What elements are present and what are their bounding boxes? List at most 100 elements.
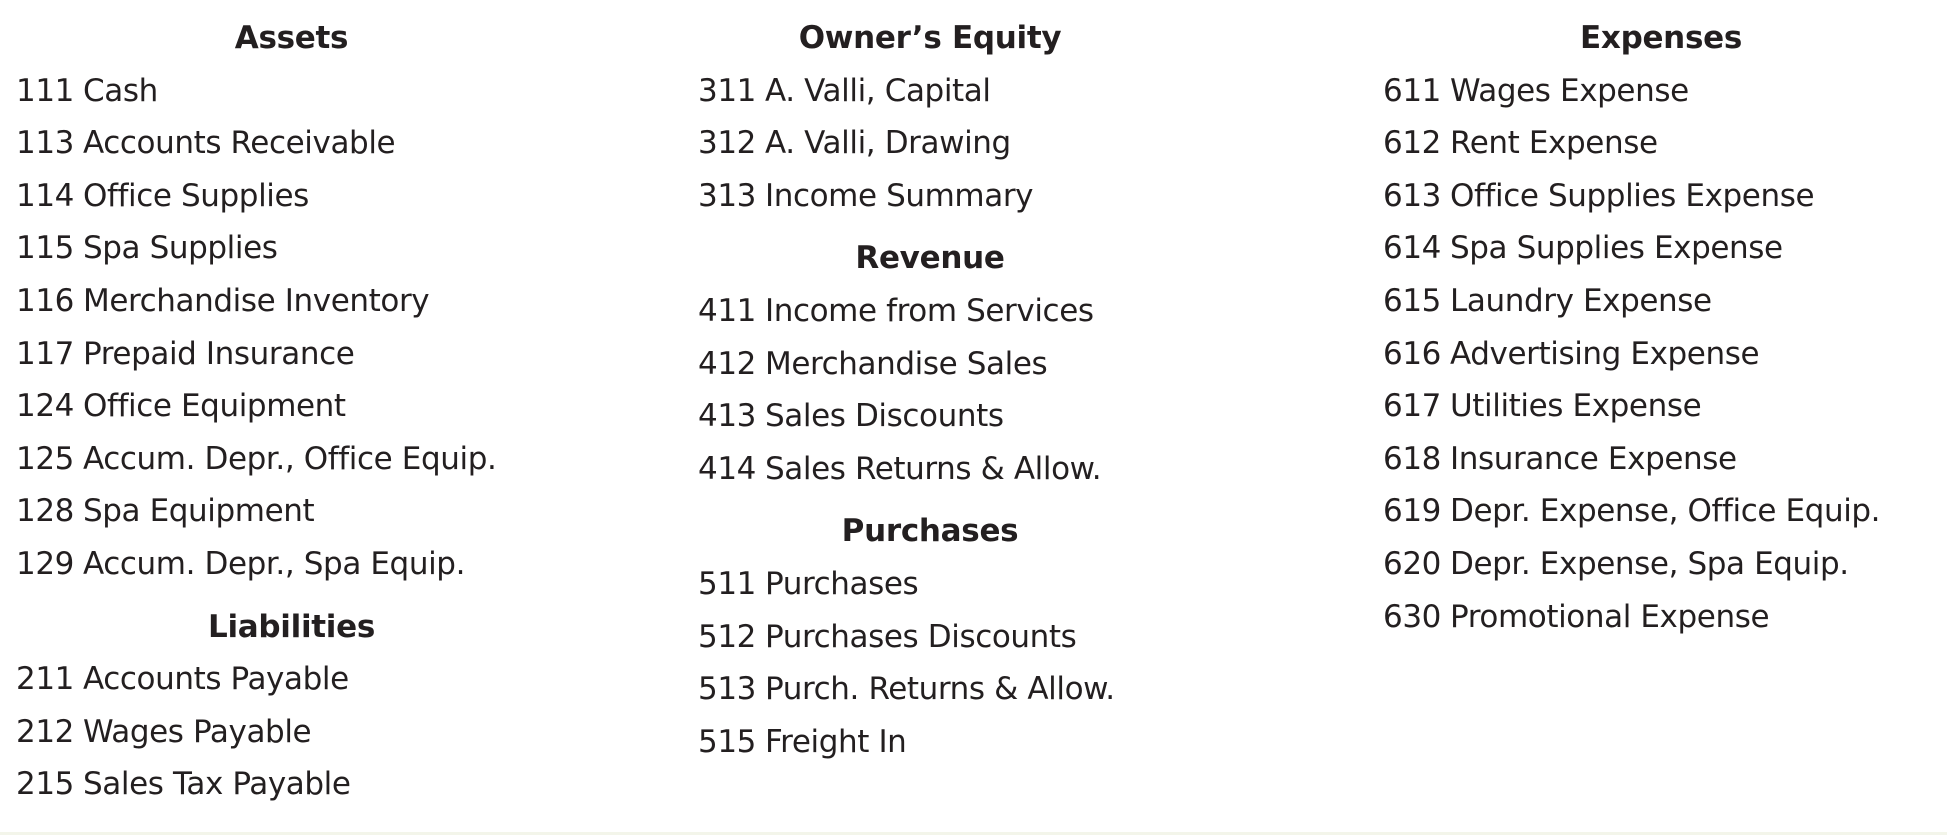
account-row: 125 Accum. Depr., Office Equip. xyxy=(16,433,576,486)
account-name: Sales Returns & Allow. xyxy=(764,450,1102,487)
section-heading: Owner’s Equity xyxy=(798,20,1062,56)
account-name: Accounts Receivable xyxy=(82,125,396,162)
account-row: 212 Wages Payable xyxy=(16,706,576,759)
section-heading: Liabilities xyxy=(208,608,375,645)
account-number: 117 xyxy=(16,335,74,372)
account-number: 124 xyxy=(16,388,74,425)
account-number: 114 xyxy=(16,177,74,214)
account-row: 512 Purchases Discounts xyxy=(698,611,1298,664)
account-row: 618 Insurance Expense xyxy=(1383,433,1943,486)
account-name: Spa Equipment xyxy=(82,493,315,530)
account-name: Wages Payable xyxy=(82,713,312,750)
account-number: 414 xyxy=(698,450,756,487)
account-name: Office Supplies Expense xyxy=(1449,177,1815,214)
account-name: Rent Expense xyxy=(1449,125,1658,162)
account-row: 124 Office Equipment xyxy=(16,380,576,433)
account-name: Depr. Expense, Spa Equip. xyxy=(1449,545,1849,582)
account-number: 111 xyxy=(16,72,74,109)
account-row: 513 Purch. Returns & Allow. xyxy=(698,663,1298,716)
account-row: 620 Depr. Expense, Spa Equip. xyxy=(1383,538,1943,591)
account-name: Purch. Returns & Allow. xyxy=(764,671,1115,708)
account-row: 412 Merchandise Sales xyxy=(698,338,1298,391)
account-number: 215 xyxy=(16,766,74,803)
account-name: Sales Tax Payable xyxy=(82,766,351,803)
column-assets-liabilities: Assets 111 Cash 113 Accounts Receivable 114 Of… xyxy=(16,0,576,811)
account-row: 111 Cash xyxy=(16,65,576,118)
section-heading: Assets xyxy=(234,20,349,56)
account-number: 620 xyxy=(1383,545,1441,582)
account-number: 512 xyxy=(698,618,756,655)
account-number: 411 xyxy=(698,292,756,329)
account-row: 617 Utilities Expense xyxy=(1383,380,1943,433)
account-name: Income Summary xyxy=(764,177,1034,214)
account-name: Depr. Expense, Office Equip. xyxy=(1449,493,1881,530)
account-row: 413 Sales Discounts xyxy=(698,390,1298,443)
account-row: 515 Freight In xyxy=(698,716,1298,769)
chart-of-accounts: Assets 111 Cash 113 Accounts Receivable 114 Of… xyxy=(0,0,1947,832)
account-number: 125 xyxy=(16,440,74,477)
account-name: Freight In xyxy=(764,723,907,760)
section-expenses: Expenses 611 Wages Expense 612 Rent Expense 6… xyxy=(1383,0,1943,643)
account-number: 611 xyxy=(1383,72,1441,109)
account-name: Accum. Depr., Office Equip. xyxy=(82,440,497,477)
account-name: Spa Supplies Expense xyxy=(1449,230,1783,267)
account-name: Advertising Expense xyxy=(1449,335,1760,372)
account-name: Promotional Expense xyxy=(1449,598,1770,635)
section-liabilities: Liabilities 211 Accounts Payable 212 Wages P… xyxy=(16,591,576,811)
section-assets: Assets 111 Cash 113 Accounts Receivable 114 Of… xyxy=(16,0,576,591)
account-number: 630 xyxy=(1383,598,1441,635)
account-row: 414 Sales Returns & Allow. xyxy=(698,443,1298,496)
account-row: 117 Prepaid Insurance xyxy=(16,328,576,381)
account-number: 312 xyxy=(698,125,756,162)
account-number: 619 xyxy=(1383,493,1441,530)
account-number: 412 xyxy=(698,345,756,382)
account-name: Wages Expense xyxy=(1449,72,1689,109)
section-revenue: Revenue 411 Income from Services 412 Merchan… xyxy=(698,222,1298,495)
section-purchases: Purchases 511 Purchases 512 Purchases Discou… xyxy=(698,495,1298,768)
account-number: 515 xyxy=(698,723,756,760)
account-number: 613 xyxy=(1383,177,1441,214)
account-row: 128 Spa Equipment xyxy=(16,485,576,538)
account-row: 115 Spa Supplies xyxy=(16,222,576,275)
account-number: 128 xyxy=(16,493,74,530)
account-row: 619 Depr. Expense, Office Equip. xyxy=(1383,485,1943,538)
account-number: 616 xyxy=(1383,335,1441,372)
account-number: 212 xyxy=(16,713,74,750)
account-name: Insurance Expense xyxy=(1449,440,1737,477)
account-row: 613 Office Supplies Expense xyxy=(1383,170,1943,223)
account-number: 129 xyxy=(16,545,74,582)
account-number: 612 xyxy=(1383,125,1441,162)
account-number: 115 xyxy=(16,230,74,267)
account-row: 616 Advertising Expense xyxy=(1383,328,1943,381)
section-heading: Revenue xyxy=(855,240,1005,277)
account-number: 615 xyxy=(1383,282,1441,319)
account-row: 215 Sales Tax Payable xyxy=(16,758,576,811)
account-row: 129 Accum. Depr., Spa Equip. xyxy=(16,538,576,591)
account-number: 614 xyxy=(1383,230,1441,267)
account-number: 116 xyxy=(16,282,74,319)
account-name: Income from Services xyxy=(764,292,1094,329)
account-row: 312 A. Valli, Drawing xyxy=(698,117,1298,170)
account-name: Laundry Expense xyxy=(1449,282,1712,319)
account-name: A. Valli, Capital xyxy=(764,72,991,109)
account-row: 114 Office Supplies xyxy=(16,170,576,223)
account-name: Sales Discounts xyxy=(764,398,1004,435)
account-name: Utilities Expense xyxy=(1449,388,1702,425)
column-equity-revenue-purchases: Owner’s Equity 311 A. Valli, Capital 312 A. … xyxy=(698,0,1298,768)
account-number: 113 xyxy=(16,125,74,162)
account-row: 511 Purchases xyxy=(698,558,1298,611)
account-name: Purchases xyxy=(764,565,919,602)
account-name: Spa Supplies xyxy=(82,230,278,267)
account-name: Merchandise Sales xyxy=(764,345,1048,382)
account-row: 113 Accounts Receivable xyxy=(16,117,576,170)
account-name: Accum. Depr., Spa Equip. xyxy=(82,545,466,582)
account-number: 313 xyxy=(698,177,756,214)
account-name: Office Supplies xyxy=(82,177,309,214)
account-number: 513 xyxy=(698,671,756,708)
account-name: Merchandise Inventory xyxy=(82,282,430,319)
account-number: 211 xyxy=(16,661,74,698)
account-row: 612 Rent Expense xyxy=(1383,117,1943,170)
account-name: Purchases Discounts xyxy=(764,618,1077,655)
account-row: 611 Wages Expense xyxy=(1383,65,1943,118)
account-name: A. Valli, Drawing xyxy=(764,125,1011,162)
